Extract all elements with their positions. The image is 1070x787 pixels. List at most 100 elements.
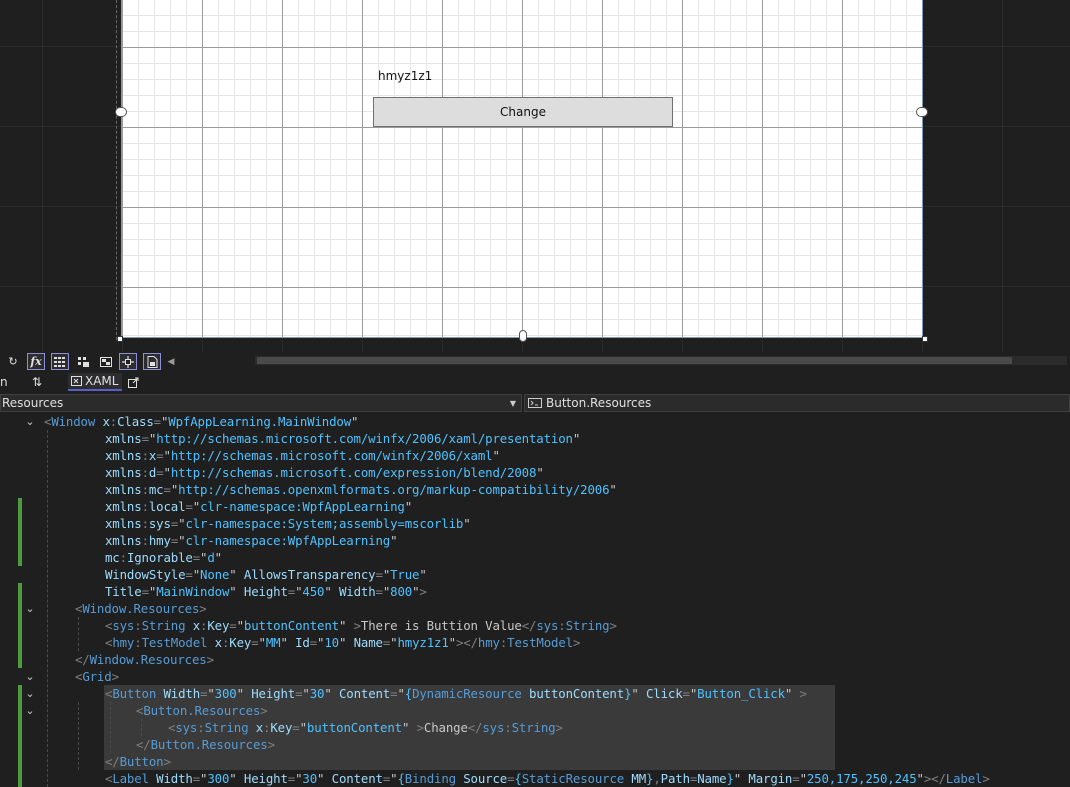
- code-token: ": [280, 635, 288, 650]
- fold-toggle-icon[interactable]: ⌄: [24, 668, 36, 685]
- tab-design[interactable]: n: [0, 373, 8, 391]
- code-line[interactable]: xmlns:d="http://schemas.microsoft.com/ex…: [0, 464, 1070, 481]
- corner-handle-bottom-right[interactable]: [922, 336, 928, 342]
- project-code-button[interactable]: [143, 353, 161, 370]
- code-line[interactable]: xmlns:sys="clr-namespace:System;assembly…: [0, 515, 1070, 532]
- code-token: =: [141, 584, 149, 599]
- code-token: >: [409, 720, 424, 735]
- corner-handle-bottom-left[interactable]: [117, 336, 123, 342]
- label-preview[interactable]: hmyz1z1: [378, 69, 432, 83]
- code-line[interactable]: mc:Ignorable="d": [0, 549, 1070, 566]
- resize-handle-left[interactable]: [115, 107, 127, 117]
- button-preview[interactable]: Change: [373, 97, 673, 127]
- code-token: ": [448, 635, 456, 650]
- code-token: sys: [148, 516, 171, 531]
- code-token: Width: [156, 686, 201, 701]
- code-token: hmy: [477, 635, 500, 650]
- code-token: xmlns: [105, 431, 142, 446]
- tab-xaml-label: XAML: [85, 374, 119, 388]
- code-token: =: [192, 771, 201, 786]
- swap-panes-button[interactable]: ⇅: [32, 373, 42, 391]
- designer-horizontal-scrollbar[interactable]: [255, 356, 1067, 365]
- code-token: None: [200, 567, 230, 582]
- code-token: ": [536, 465, 544, 480]
- code-line[interactable]: xmlns= "http://schemas.microsoft.com/winf…: [0, 430, 1070, 447]
- fold-toggle-icon[interactable]: ⌄: [24, 413, 36, 430]
- code-line[interactable]: </Button.Resources>: [0, 736, 1070, 753]
- code-line-text: xmlns:d="http://schemas.microsoft.com/ex…: [105, 464, 544, 481]
- scroll-left-button[interactable]: ◀: [165, 353, 177, 370]
- chevron-down-icon: ▼: [509, 398, 516, 408]
- code-token: ": [192, 567, 201, 582]
- fold-toggle-icon[interactable]: ⌄: [24, 702, 36, 719]
- member-dropdown[interactable]: Button.Resources: [524, 394, 1070, 412]
- code-token: >: [346, 618, 361, 633]
- code-line[interactable]: WindowStyle="None" AllowsTransparency="T…: [0, 566, 1070, 583]
- code-line[interactable]: Title="MainWindow" Height="450" Width="8…: [0, 583, 1070, 600]
- design-surface[interactable]: hmyz1z1 Change: [0, 0, 1070, 352]
- code-token: Binding: [404, 771, 456, 786]
- fold-toggle-icon[interactable]: ⌄: [24, 600, 36, 617]
- code-line-text: <sys:String x:Key="buttonContent" >Chang…: [168, 719, 563, 736]
- code-token: :: [141, 516, 149, 531]
- code-line-text: <Button Width="300" Height="30" Content=…: [105, 685, 807, 702]
- code-line[interactable]: ⌄ <Window x:Class="WpfAppLearning.MainWin…: [0, 413, 1070, 430]
- refresh-button[interactable]: ↻: [4, 353, 22, 370]
- code-line[interactable]: ⌄ <Button Width="300" Height="30" Content…: [0, 685, 1070, 702]
- snaplines-toggle-button[interactable]: [119, 353, 137, 370]
- code-line[interactable]: <sys:String x:Key="buttonContent" >Chang…: [0, 719, 1070, 736]
- xaml-code-editor[interactable]: ⌄ <Window x:Class="WpfAppLearning.MainWin…: [0, 413, 1070, 787]
- code-token: ": [733, 771, 742, 786]
- code-token: x: [95, 414, 110, 429]
- code-line-text: </Button.Resources>: [136, 736, 275, 753]
- code-line[interactable]: </Window.Resources>: [0, 651, 1070, 668]
- grid-toggle-button[interactable]: [51, 353, 69, 370]
- code-line[interactable]: ⌄ <Window.Resources>: [0, 600, 1070, 617]
- code-token: DynamicResource: [412, 686, 522, 701]
- effects-toggle-button[interactable]: fx: [27, 353, 45, 370]
- code-token: sys: [536, 618, 559, 633]
- artboard-background-button[interactable]: [97, 353, 115, 370]
- xaml-element-icon: [528, 398, 542, 408]
- tab-xaml[interactable]: XAML: [68, 373, 122, 391]
- code-token: =: [682, 686, 690, 701]
- code-token: Change: [423, 720, 468, 735]
- code-line[interactable]: <Label Width="300" Height="30" Content="…: [0, 770, 1070, 787]
- code-token: </: [136, 737, 151, 752]
- code-token: :: [134, 635, 142, 650]
- popout-button[interactable]: [128, 373, 139, 391]
- code-token: >: [419, 584, 427, 599]
- code-token: Button_Click: [697, 686, 785, 701]
- code-token: StaticResource: [521, 771, 625, 786]
- code-line[interactable]: </Button>: [0, 753, 1070, 770]
- code-token: 30: [302, 771, 318, 786]
- code-line[interactable]: xmlns:mc= "http://schemas.openxmlformats.…: [0, 481, 1070, 498]
- fold-toggle-icon[interactable]: ⌄: [24, 685, 36, 702]
- code-token: 300: [214, 686, 237, 701]
- code-token: String: [204, 720, 249, 735]
- code-line-text: <Window x:Class="WpfAppLearning.MainWind…: [44, 413, 359, 430]
- code-line[interactable]: ⌄ <Grid>: [0, 668, 1070, 685]
- code-token: TestModel: [141, 635, 208, 650]
- code-line[interactable]: ⌄ <Button.Resources>: [0, 702, 1070, 719]
- code-token: Name: [697, 771, 727, 786]
- scrollbar-thumb[interactable]: [257, 357, 1012, 364]
- code-token: ": [419, 567, 427, 582]
- code-token: }: [726, 771, 734, 786]
- code-token: Ignorable: [126, 550, 193, 565]
- snaplines-icon: [122, 355, 134, 368]
- resize-handle-right[interactable]: [916, 107, 928, 117]
- code-line[interactable]: xmlns:local="clr-namespace:WpfAppLearnin…: [0, 498, 1070, 515]
- code-token: sys: [112, 618, 135, 633]
- snap-to-grid-button[interactable]: [75, 353, 93, 370]
- code-line[interactable]: xmlns:hmy="clr-namespace:WpfAppLearning": [0, 532, 1070, 549]
- element-scope-dropdown[interactable]: Resources ▼: [0, 394, 522, 412]
- code-line[interactable]: <hmy:TestModel x:Key="MM" Id="10" Name="…: [0, 634, 1070, 651]
- code-line[interactable]: xmlns:x="http://schemas.microsoft.com/wi…: [0, 447, 1070, 464]
- resize-handle-bottom[interactable]: [519, 330, 527, 342]
- design-window-preview[interactable]: hmyz1z1 Change: [121, 0, 923, 338]
- code-token: clr-namespace:System;assembly=mscorlib: [185, 516, 464, 531]
- code-token: 300: [207, 771, 230, 786]
- code-token: ,: [653, 771, 661, 786]
- code-line[interactable]: <sys:String x:Key="buttonContent" >There…: [0, 617, 1070, 634]
